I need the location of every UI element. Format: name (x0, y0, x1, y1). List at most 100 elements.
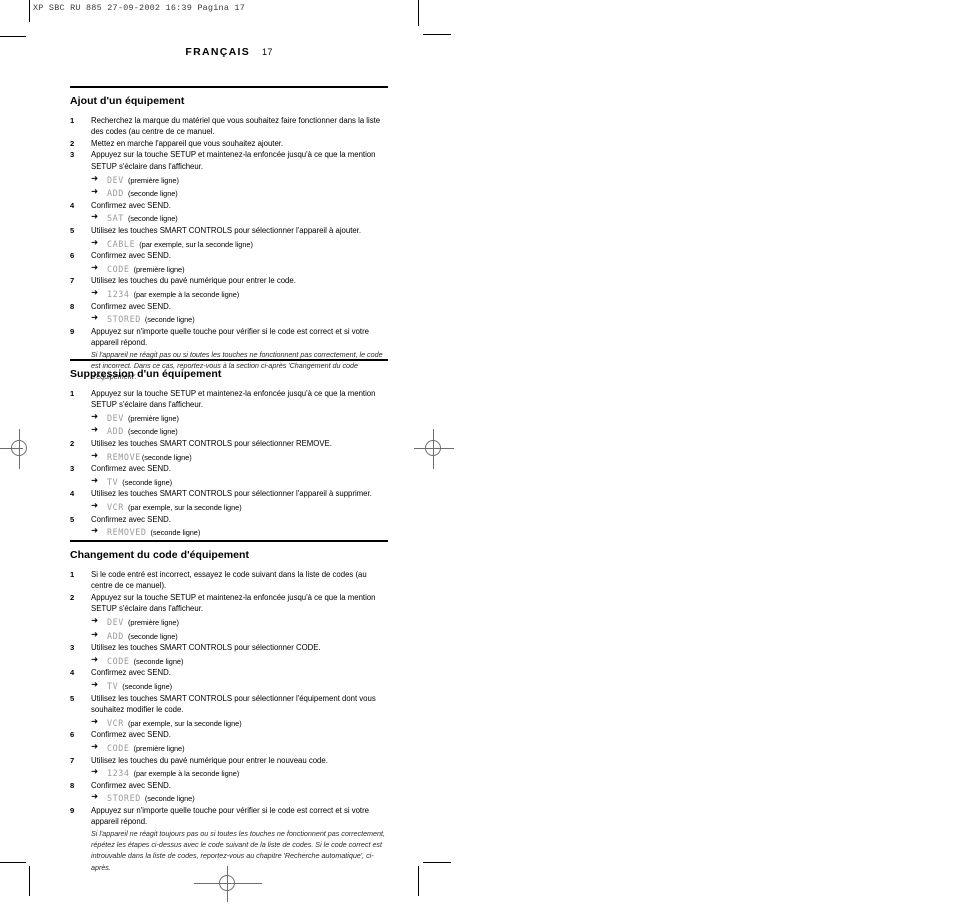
lcd-display-text: STORED (107, 793, 141, 804)
right-arrow-icon: ➜ (91, 474, 99, 485)
lcd-display-caption: (première ligne) (133, 264, 185, 274)
lcd-display-text: STORED (107, 314, 141, 325)
step-text: Confirmez avec SEND. (91, 301, 171, 311)
right-arrow-icon: ➜ (91, 449, 99, 460)
step-text: Utilisez les touches SMART CONTROLS pour… (91, 693, 376, 715)
step-number: 3 (70, 150, 75, 160)
crop-mark-top-right-horizontal (423, 34, 451, 35)
step-text: Appuyez sur n'importe quelle touche pour… (91, 805, 370, 827)
step-number: 3 (70, 643, 75, 653)
lcd-display-caption: (par exemple, sur la seconde ligne) (127, 502, 242, 512)
display-readout-list: ➜ SAT (seconde ligne) (91, 211, 388, 225)
step-number: 6 (70, 251, 75, 261)
right-arrow-icon: ➜ (91, 614, 99, 625)
display-readout-item: ➜ TV (seconde ligne) (91, 475, 388, 489)
lcd-display-caption: (seconde ligne) (127, 189, 178, 199)
section-title: Ajout d'un équipement (70, 94, 185, 107)
lcd-display-caption: (par exemple à la seconde ligne) (133, 769, 240, 779)
crop-mark-bottom-right-horizontal (423, 862, 451, 863)
lcd-display-text: TV (107, 680, 119, 691)
display-readout-list: ➜ TV (seconde ligne) (91, 475, 388, 489)
step-item: 7 Utilisez les touches du pavé numérique … (70, 755, 388, 780)
display-readout-item: ➜ DEV (première ligne) (91, 173, 388, 187)
step-list: 1 Si le code entré est incorrect, essayez… (70, 569, 388, 873)
display-readout-item: ➜ DEV (première ligne) (91, 411, 388, 425)
display-readout-list: ➜ REMOVED (seconde ligne) (91, 525, 388, 539)
step-item: 3 Utilisez les touches SMART CONTROLS pou… (70, 642, 388, 667)
lcd-display-caption: (seconde ligne) (150, 528, 201, 538)
display-readout-item: ➜ 1234 (par exemple à la seconde ligne) (91, 287, 388, 301)
step-number: 8 (70, 301, 75, 311)
crop-mark-top-left-horizontal (0, 36, 26, 37)
lcd-display-caption: (seconde ligne) (122, 477, 173, 487)
step-number: 3 (70, 464, 75, 474)
step-text: Utilisez les touches SMART CONTROLS pour… (91, 643, 321, 653)
display-readout-item: ➜ CABLE (par exemple, sur la seconde ligne… (91, 237, 388, 251)
section-divider-rule (70, 359, 388, 361)
step-item: 6 Confirmez avec SEND. ➜ CODE (première lign… (70, 250, 388, 275)
lcd-display-caption: (par exemple, sur la seconde ligne) (127, 718, 242, 728)
display-readout-list: ➜ CODE (première ligne) (91, 262, 388, 276)
lcd-display-caption: (seconde ligne) (133, 656, 184, 666)
lcd-display-text: 1234 (107, 288, 130, 299)
lcd-display-text: CODE (107, 263, 130, 274)
step-item: 3 Confirmez avec SEND. ➜ TV (seconde ligne) (70, 463, 388, 488)
step-text: Utilisez les touches du pavé numérique p… (91, 276, 296, 286)
registration-mark-ring (219, 875, 235, 891)
display-readout-item: ➜ CODE (première ligne) (91, 262, 388, 276)
display-readout-list: ➜ STORED (seconde ligne) (91, 312, 388, 326)
step-text: Appuyez sur la touche SETUP et maintenez… (91, 388, 376, 410)
section-title: Changement du code d'équipement (70, 548, 250, 561)
registration-mark-left (0, 429, 40, 469)
lcd-display-caption: (seconde ligne) (127, 427, 178, 437)
step-text: Recherchez la marque du matériel que vou… (91, 115, 381, 137)
display-readout-item: ➜ CODE (seconde ligne) (91, 654, 388, 668)
lcd-display-caption: (première ligne) (133, 743, 185, 753)
display-readout-item: ➜ CODE (première ligne) (91, 741, 388, 755)
step-item: 2 Utilisez les touches SMART CONTROLS pou… (70, 438, 388, 463)
step-item: 1 Si le code entré est incorrect, essayez… (70, 569, 388, 592)
lcd-display-caption: (première ligne) (127, 413, 179, 423)
lcd-display-caption: (seconde ligne) (127, 214, 178, 224)
step-item: 1 Appuyez sur la touche SETUP et maintene… (70, 388, 388, 438)
right-arrow-icon: ➜ (91, 172, 99, 183)
registration-mark-right (414, 429, 454, 469)
right-arrow-icon: ➜ (91, 653, 99, 664)
right-arrow-icon: ➜ (91, 628, 99, 639)
step-number: 7 (70, 276, 75, 286)
right-arrow-icon: ➜ (91, 766, 99, 777)
lcd-display-text: CABLE (107, 238, 136, 249)
lcd-display-caption: (seconde ligne) (144, 794, 195, 804)
lcd-display-text: REMOVED (107, 527, 147, 538)
display-readout-item: ➜ DEV (première ligne) (91, 615, 388, 629)
step-item: 8 Confirmez avec SEND. ➜ STORED (seconde lig… (70, 301, 388, 326)
lcd-display-text: VCR (107, 501, 124, 512)
step-item: 5 Utilisez les touches SMART CONTROLS pou… (70, 693, 388, 730)
lcd-display-text: CODE (107, 655, 130, 666)
lcd-display-text: VCR (107, 717, 124, 728)
step-item: 2 Mettez en marche l'appareil que vous so… (70, 138, 388, 150)
section-suppression: Suppression d'un équipement 1 Appuyez sur … (70, 359, 388, 539)
crop-mark-bottom-right-vertical (418, 866, 419, 896)
lcd-display-text: DEV (107, 174, 124, 185)
lcd-display-text: ADD (107, 630, 124, 641)
lcd-display-caption: (seconde ligne) (141, 452, 192, 462)
step-number: 9 (70, 805, 75, 815)
right-arrow-icon: ➜ (91, 186, 99, 197)
step-item: 2 Appuyez sur la touche SETUP et maintene… (70, 592, 388, 642)
step-item: 3 Appuyez sur la touche SETUP et maintene… (70, 149, 388, 199)
step-item: 9 Appuyez sur n'importe quelle touche pou… (70, 805, 388, 873)
step-text: Mettez en marche l'appareil que vous sou… (91, 138, 284, 148)
step-italic-note: Si l'appareil ne réagit toujours pas ou … (91, 829, 385, 872)
display-readout-list: ➜ CODE (première ligne) (91, 741, 388, 755)
display-readout-list: ➜ CODE (seconde ligne) (91, 654, 388, 668)
right-arrow-icon: ➜ (91, 211, 99, 222)
lcd-display-caption: (seconde ligne) (127, 631, 178, 641)
display-readout-item: ➜ SAT (seconde ligne) (91, 211, 388, 225)
right-arrow-icon: ➜ (91, 261, 99, 272)
right-arrow-icon: ➜ (91, 740, 99, 751)
step-number: 2 (70, 438, 75, 448)
step-item: 6 Confirmez avec SEND. ➜ CODE (première lign… (70, 729, 388, 754)
right-arrow-icon: ➜ (91, 286, 99, 297)
step-text: Utilisez les touches SMART CONTROLS pour… (91, 489, 372, 499)
